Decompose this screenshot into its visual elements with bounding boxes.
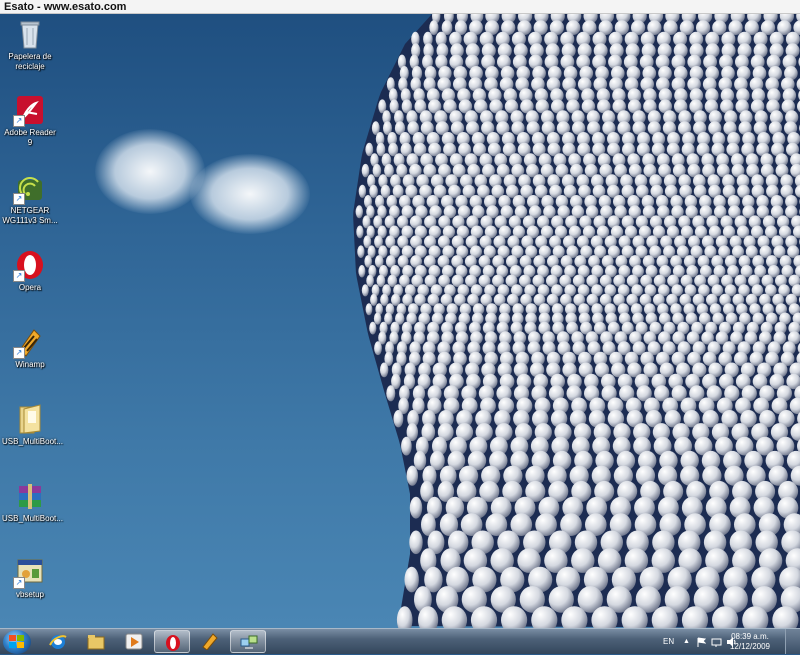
show-hidden-icons-chevron-icon[interactable]: ▲ — [683, 629, 690, 655]
desktop-icon-label: Papelera de reciclaje — [2, 52, 58, 72]
facade-disc — [401, 437, 412, 456]
desktop-icon-label: USB_MultiBoot... — [2, 437, 58, 447]
taskbar-winamp[interactable] — [192, 630, 228, 653]
network-icon — [240, 634, 258, 651]
taskbar-opera[interactable] — [154, 630, 190, 653]
desktop-icon-adobe-reader[interactable]: ↗ Adobe Reader 9 — [2, 94, 58, 148]
facade-disc — [373, 164, 382, 177]
facade-disc — [377, 275, 386, 287]
desktop-icon-usb-archive[interactable]: USB_MultiBoot... — [2, 480, 58, 524]
shortcut-arrow-icon: ↗ — [13, 115, 25, 127]
facade-disc — [407, 466, 418, 486]
facade-disc — [357, 245, 364, 258]
facade-disc — [384, 164, 394, 177]
folder-icon — [87, 633, 105, 650]
media-player-icon — [125, 633, 143, 650]
action-center-flag-icon[interactable] — [696, 637, 706, 647]
desktop-icon-label: USB_MultiBoot... — [2, 514, 58, 524]
window-title: Esato - www.esato.com — [4, 0, 126, 14]
taskbar-media-player[interactable] — [116, 630, 152, 653]
facade-disc — [374, 313, 381, 325]
taskbar-network[interactable] — [230, 630, 266, 653]
desktop-wallpaper — [0, 14, 800, 628]
desktop-icon-recycle-bin[interactable]: Papelera de reciclaje — [2, 18, 58, 72]
recycle-bin-icon — [14, 18, 46, 50]
internet-explorer-icon — [49, 633, 67, 650]
shortcut-arrow-icon: ↗ — [13, 270, 25, 282]
winrar-icon — [14, 480, 46, 512]
facade-disc — [410, 497, 422, 519]
facade-disc — [374, 341, 382, 355]
facade-disc — [356, 205, 363, 218]
desktop-icon-label: Opera — [2, 283, 58, 293]
facade-disc — [386, 385, 395, 401]
facade-disc — [365, 143, 373, 157]
taskbar-internet-explorer[interactable] — [40, 630, 76, 653]
winamp-icon: ↗ — [14, 326, 46, 358]
desktop-icon-winamp[interactable]: ↗ Winamp — [2, 326, 58, 370]
clock-date: 12/12/2009 — [730, 642, 770, 652]
desktop-icon-netgear[interactable]: ↗ NETGEAR WG111v3 Sm... — [2, 172, 58, 226]
adobe-reader-icon: ↗ — [14, 94, 46, 126]
desktop-icon-opera[interactable]: ↗ Opera — [2, 249, 58, 293]
desktop-icon-label: vbsetup — [2, 590, 58, 600]
facade-disc — [359, 185, 366, 198]
show-desktop-button[interactable] — [785, 629, 800, 654]
opera-icon — [164, 634, 182, 651]
facade-disc — [414, 451, 426, 470]
facade-disc — [380, 294, 388, 306]
clock-time: 08:39 a.m. — [730, 632, 770, 642]
facade-disc — [380, 363, 388, 378]
desktop-icon-label: NETGEAR WG111v3 Sm... — [2, 206, 58, 226]
facade-disc — [369, 322, 376, 335]
building-facade — [0, 14, 800, 628]
network-status-icon[interactable] — [711, 637, 722, 647]
facade-disc — [358, 265, 365, 277]
opera-icon: ↗ — [14, 249, 46, 281]
facade-disc — [429, 20, 438, 35]
desktop-icon-label: Adobe Reader 9 — [2, 128, 58, 148]
taskbar: EN ▲ 08:39 a.m. 12/12/2009 — [0, 628, 800, 654]
folder-icon — [14, 403, 46, 435]
shortcut-arrow-icon: ↗ — [13, 193, 25, 205]
facade-disc — [356, 226, 363, 239]
facade-disc — [370, 294, 377, 306]
facade-disc — [405, 567, 419, 593]
shortcut-arrow-icon: ↗ — [13, 347, 25, 359]
facade-disc — [394, 410, 404, 427]
facade-disc — [362, 164, 370, 177]
facade-disc — [369, 185, 378, 198]
taskbar-windows-explorer[interactable] — [78, 630, 114, 653]
netgear-icon: ↗ — [14, 172, 46, 204]
windows-logo-icon — [9, 635, 25, 649]
vbsetup-icon: ↗ — [14, 556, 46, 588]
desktop-icon-usb-folder[interactable]: USB_MultiBoot... — [2, 403, 58, 447]
facade-disc — [366, 275, 374, 287]
desktop-icon-label: Winamp — [2, 360, 58, 370]
facade-disc — [362, 284, 369, 296]
desktop-icon-vbsetup[interactable]: ↗ vbsetup — [2, 556, 58, 600]
winamp-icon — [201, 633, 219, 650]
title-bar: Esato - www.esato.com — [0, 0, 800, 14]
start-button[interactable] — [3, 630, 31, 654]
facade-disc — [381, 185, 391, 198]
shortcut-arrow-icon: ↗ — [13, 577, 25, 589]
language-indicator[interactable]: EN — [663, 629, 674, 655]
system-clock[interactable]: 08:39 a.m. 12/12/2009 — [730, 632, 770, 652]
facade-disc — [366, 303, 373, 315]
facade-disc — [409, 531, 422, 555]
